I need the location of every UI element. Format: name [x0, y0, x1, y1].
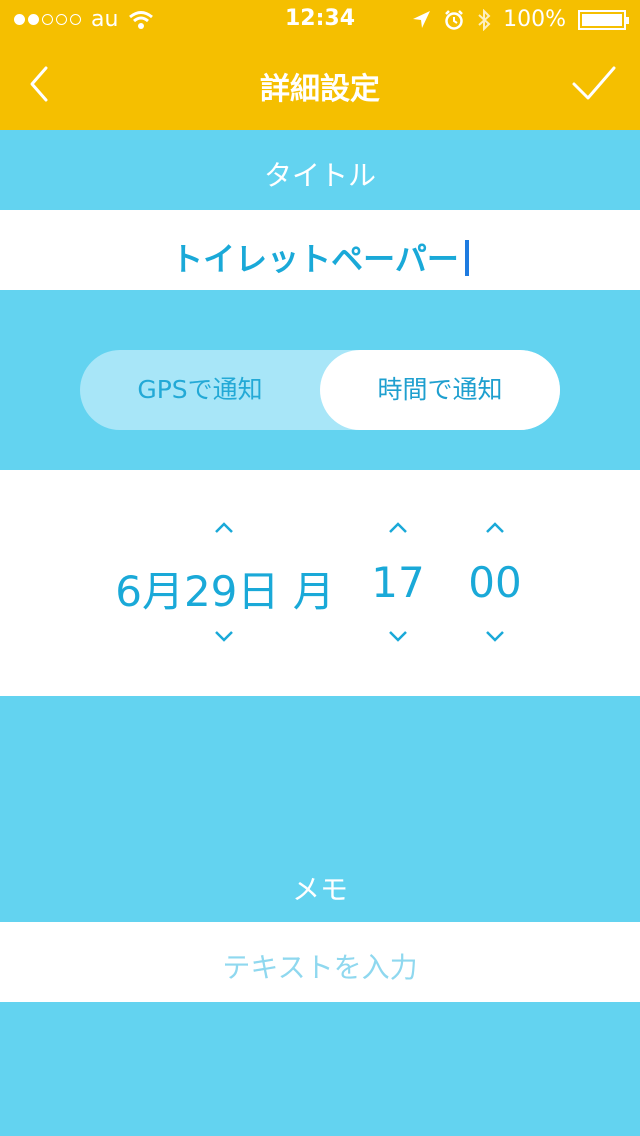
page-title: 詳細設定: [260, 72, 380, 107]
minute-up-chevron-icon[interactable]: [485, 522, 505, 534]
title-text: トイレットペーパー: [171, 240, 459, 278]
checkmark-icon[interactable]: [570, 64, 618, 104]
notify-mode-toggle[interactable]: GPSで通知 時間で通知: [80, 350, 560, 430]
date-down-chevron-icon[interactable]: [214, 630, 234, 642]
hour-down-chevron-icon[interactable]: [388, 630, 408, 642]
alarm-icon: [445, 9, 463, 30]
date-value[interactable]: 6月29日 月: [100, 558, 350, 619]
memo-label: メモ: [291, 873, 348, 906]
hour-value[interactable]: 17: [358, 558, 438, 607]
memo-input[interactable]: テキストを入力: [0, 922, 640, 1002]
datetime-picker[interactable]: 6月29日 月 17 00: [0, 470, 640, 696]
minute-value[interactable]: 00: [455, 558, 535, 607]
battery-percent: 100%: [503, 7, 566, 32]
date-up-chevron-icon[interactable]: [214, 522, 234, 534]
status-bar: au 12:34 100%: [0, 0, 640, 40]
location-arrow-icon: [413, 10, 431, 28]
hour-up-chevron-icon[interactable]: [388, 522, 408, 534]
header: au 12:34 100% 詳細設定: [0, 0, 640, 130]
memo-placeholder: テキストを入力: [222, 951, 418, 984]
minute-down-chevron-icon[interactable]: [485, 630, 505, 642]
time-notify-option[interactable]: 時間で通知: [320, 350, 560, 430]
title-section-label: タイトル: [263, 159, 376, 192]
battery-icon: [578, 9, 629, 30]
bluetooth-icon: [478, 8, 491, 31]
gps-notify-option[interactable]: GPSで通知: [80, 350, 320, 430]
text-cursor: [464, 240, 469, 276]
title-input[interactable]: トイレットペーパー: [0, 210, 640, 290]
navigation-bar: 詳細設定: [0, 40, 640, 130]
